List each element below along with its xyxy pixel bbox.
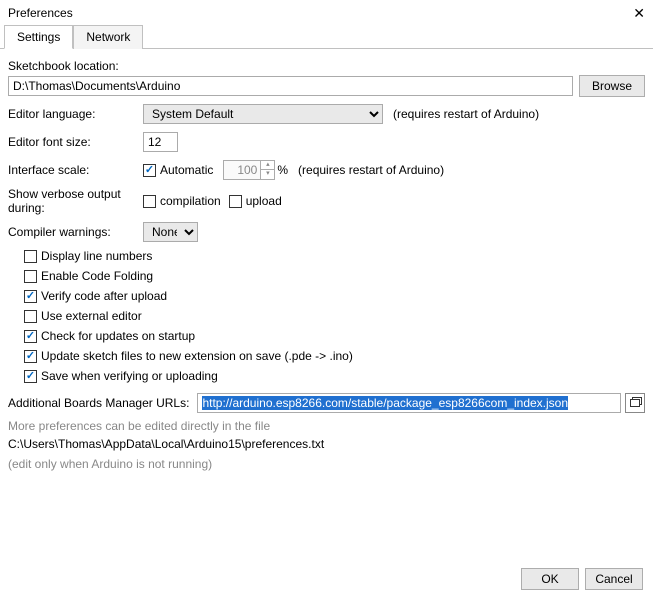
ok-button[interactable]: OK: [521, 568, 579, 590]
tab-network[interactable]: Network: [73, 25, 143, 49]
browse-button[interactable]: Browse: [579, 75, 645, 97]
check-updates-label: Check for updates on startup: [41, 329, 195, 343]
restart-hint-1: (requires restart of Arduino): [393, 107, 539, 121]
verify-after-upload-checkbox[interactable]: [24, 290, 37, 303]
sketchbook-location-label: Sketchbook location:: [8, 59, 645, 73]
check-updates-checkbox[interactable]: [24, 330, 37, 343]
prefs-file-path: C:\Users\Thomas\AppData\Local\Arduino15\…: [8, 437, 645, 451]
verbose-output-label: Show verbose output during:: [8, 187, 143, 215]
font-size-input[interactable]: [143, 132, 178, 152]
scale-input[interactable]: [223, 160, 261, 180]
restart-hint-2: (requires restart of Arduino): [298, 163, 444, 177]
verify-after-upload-label: Verify code after upload: [41, 289, 167, 303]
more-prefs-note: More preferences can be edited directly …: [8, 419, 645, 433]
editor-font-size-label: Editor font size:: [8, 135, 143, 149]
close-icon[interactable]: ✕: [633, 5, 645, 22]
use-external-editor-checkbox[interactable]: [24, 310, 37, 323]
tabs: Settings Network: [0, 24, 653, 49]
editor-language-select[interactable]: System Default: [143, 104, 383, 124]
enable-code-folding-label: Enable Code Folding: [41, 269, 153, 283]
update-sketch-ext-checkbox[interactable]: [24, 350, 37, 363]
automatic-label: Automatic: [160, 163, 213, 177]
display-line-numbers-checkbox[interactable]: [24, 250, 37, 263]
automatic-checkbox[interactable]: [143, 164, 156, 177]
cancel-button[interactable]: Cancel: [585, 568, 643, 590]
scale-spinner[interactable]: ▴▾: [261, 160, 275, 180]
tab-settings[interactable]: Settings: [4, 25, 73, 49]
additional-urls-label: Additional Boards Manager URLs:: [8, 396, 193, 410]
edit-only-note: (edit only when Arduino is not running): [8, 457, 645, 471]
display-line-numbers-label: Display line numbers: [41, 249, 152, 263]
upload-label: upload: [246, 194, 282, 208]
compiler-warnings-label: Compiler warnings:: [8, 225, 143, 239]
upload-checkbox[interactable]: [229, 195, 242, 208]
save-when-verify-checkbox[interactable]: [24, 370, 37, 383]
window-title: Preferences: [8, 6, 73, 20]
save-when-verify-label: Save when verifying or uploading: [41, 369, 218, 383]
interface-scale-label: Interface scale:: [8, 163, 143, 177]
editor-language-label: Editor language:: [8, 107, 143, 121]
additional-urls-expand-icon[interactable]: [625, 393, 645, 413]
percent-label: %: [277, 163, 288, 177]
compilation-label: compilation: [160, 194, 221, 208]
additional-urls-input[interactable]: http://arduino.esp8266.com/stable/packag…: [197, 393, 621, 413]
compilation-checkbox[interactable]: [143, 195, 156, 208]
enable-code-folding-checkbox[interactable]: [24, 270, 37, 283]
compiler-warnings-select[interactable]: None: [143, 222, 198, 242]
use-external-editor-label: Use external editor: [41, 309, 142, 323]
update-sketch-ext-label: Update sketch files to new extension on …: [41, 349, 353, 363]
sketchbook-location-input[interactable]: [8, 76, 573, 96]
